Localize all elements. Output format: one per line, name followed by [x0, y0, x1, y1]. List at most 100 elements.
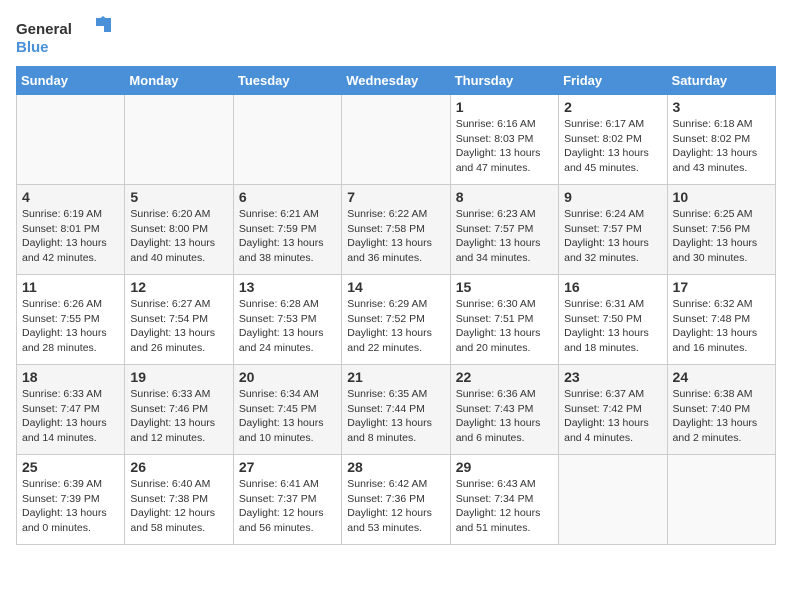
svg-text:General: General — [16, 21, 72, 38]
header: General Blue — [16, 16, 776, 58]
day-info: Sunrise: 6:33 AMSunset: 7:47 PMDaylight:… — [22, 387, 119, 446]
day-info: Sunrise: 6:34 AMSunset: 7:45 PMDaylight:… — [239, 387, 336, 446]
day-number: 3 — [673, 99, 770, 115]
day-info: Sunrise: 6:21 AMSunset: 7:59 PMDaylight:… — [239, 207, 336, 266]
day-number: 5 — [130, 189, 227, 205]
day-number: 10 — [673, 189, 770, 205]
header-cell-friday: Friday — [559, 67, 667, 95]
calendar-table: SundayMondayTuesdayWednesdayThursdayFrid… — [16, 66, 776, 545]
calendar-cell — [342, 95, 450, 185]
calendar-cell: 1 Sunrise: 6:16 AMSunset: 8:03 PMDaylight… — [450, 95, 558, 185]
day-number: 8 — [456, 189, 553, 205]
day-info: Sunrise: 6:27 AMSunset: 7:54 PMDaylight:… — [130, 297, 227, 356]
day-info: Sunrise: 6:42 AMSunset: 7:36 PMDaylight:… — [347, 477, 444, 536]
day-info: Sunrise: 6:25 AMSunset: 7:56 PMDaylight:… — [673, 207, 770, 266]
calendar-cell: 19 Sunrise: 6:33 AMSunset: 7:46 PMDayligh… — [125, 365, 233, 455]
day-info: Sunrise: 6:39 AMSunset: 7:39 PMDaylight:… — [22, 477, 119, 536]
day-number: 29 — [456, 459, 553, 475]
day-info: Sunrise: 6:22 AMSunset: 7:58 PMDaylight:… — [347, 207, 444, 266]
header-cell-thursday: Thursday — [450, 67, 558, 95]
calendar-cell: 24Sunrise: 6:38 AMSunset: 7:40 PMDayligh… — [667, 365, 775, 455]
week-row-5: 25 Sunrise: 6:39 AMSunset: 7:39 PMDayligh… — [17, 455, 776, 545]
day-number: 9 — [564, 189, 661, 205]
calendar-cell — [559, 455, 667, 545]
day-number: 4 — [22, 189, 119, 205]
week-row-4: 18 Sunrise: 6:33 AMSunset: 7:47 PMDayligh… — [17, 365, 776, 455]
calendar-cell: 8 Sunrise: 6:23 AMSunset: 7:57 PMDaylight… — [450, 185, 558, 275]
day-info: Sunrise: 6:26 AMSunset: 7:55 PMDaylight:… — [22, 297, 119, 356]
day-info: Sunrise: 6:29 AMSunset: 7:52 PMDaylight:… — [347, 297, 444, 356]
day-number: 24 — [673, 369, 770, 385]
day-info: Sunrise: 6:40 AMSunset: 7:38 PMDaylight:… — [130, 477, 227, 536]
day-info: Sunrise: 6:19 AMSunset: 8:01 PMDaylight:… — [22, 207, 119, 266]
day-info: Sunrise: 6:16 AMSunset: 8:03 PMDaylight:… — [456, 117, 553, 176]
calendar-cell — [233, 95, 341, 185]
day-info: Sunrise: 6:43 AMSunset: 7:34 PMDaylight:… — [456, 477, 553, 536]
day-info: Sunrise: 6:20 AMSunset: 8:00 PMDaylight:… — [130, 207, 227, 266]
day-info: Sunrise: 6:17 AMSunset: 8:02 PMDaylight:… — [564, 117, 661, 176]
calendar-cell: 20 Sunrise: 6:34 AMSunset: 7:45 PMDayligh… — [233, 365, 341, 455]
day-info: Sunrise: 6:23 AMSunset: 7:57 PMDaylight:… — [456, 207, 553, 266]
header-cell-wednesday: Wednesday — [342, 67, 450, 95]
calendar-cell: 6Sunrise: 6:21 AMSunset: 7:59 PMDaylight… — [233, 185, 341, 275]
calendar-cell: 29 Sunrise: 6:43 AMSunset: 7:34 PMDayligh… — [450, 455, 558, 545]
day-number: 1 — [456, 99, 553, 115]
day-number: 15 — [456, 279, 553, 295]
calendar-cell: 4 Sunrise: 6:19 AMSunset: 8:01 PMDaylight… — [17, 185, 125, 275]
day-number: 21 — [347, 369, 444, 385]
day-number: 22 — [456, 369, 553, 385]
day-number: 17 — [673, 279, 770, 295]
calendar-cell: 13Sunrise: 6:28 AMSunset: 7:53 PMDayligh… — [233, 275, 341, 365]
day-number: 25 — [22, 459, 119, 475]
day-number: 12 — [130, 279, 227, 295]
calendar-cell: 14 Sunrise: 6:29 AMSunset: 7:52 PMDayligh… — [342, 275, 450, 365]
header-cell-sunday: Sunday — [17, 67, 125, 95]
day-number: 28 — [347, 459, 444, 475]
svg-text:Blue: Blue — [16, 39, 49, 56]
day-number: 27 — [239, 459, 336, 475]
day-number: 11 — [22, 279, 119, 295]
week-row-2: 4 Sunrise: 6:19 AMSunset: 8:01 PMDaylight… — [17, 185, 776, 275]
logo-svg: General Blue — [16, 16, 116, 58]
week-row-1: 1 Sunrise: 6:16 AMSunset: 8:03 PMDaylight… — [17, 95, 776, 185]
calendar-cell — [667, 455, 775, 545]
calendar-cell: 16 Sunrise: 6:31 AMSunset: 7:50 PMDayligh… — [559, 275, 667, 365]
calendar-cell: 25 Sunrise: 6:39 AMSunset: 7:39 PMDayligh… — [17, 455, 125, 545]
day-info: Sunrise: 6:31 AMSunset: 7:50 PMDaylight:… — [564, 297, 661, 356]
calendar-cell — [17, 95, 125, 185]
day-info: Sunrise: 6:35 AMSunset: 7:44 PMDaylight:… — [347, 387, 444, 446]
day-number: 18 — [22, 369, 119, 385]
calendar-cell: 23 Sunrise: 6:37 AMSunset: 7:42 PMDayligh… — [559, 365, 667, 455]
calendar-cell: 12 Sunrise: 6:27 AMSunset: 7:54 PMDayligh… — [125, 275, 233, 365]
calendar-cell: 26 Sunrise: 6:40 AMSunset: 7:38 PMDayligh… — [125, 455, 233, 545]
calendar-cell: 22 Sunrise: 6:36 AMSunset: 7:43 PMDayligh… — [450, 365, 558, 455]
calendar-cell: 21 Sunrise: 6:35 AMSunset: 7:44 PMDayligh… — [342, 365, 450, 455]
day-number: 26 — [130, 459, 227, 475]
day-info: Sunrise: 6:36 AMSunset: 7:43 PMDaylight:… — [456, 387, 553, 446]
day-info: Sunrise: 6:24 AMSunset: 7:57 PMDaylight:… — [564, 207, 661, 266]
day-number: 19 — [130, 369, 227, 385]
day-info: Sunrise: 6:18 AMSunset: 8:02 PMDaylight:… — [673, 117, 770, 176]
calendar-cell: 3 Sunrise: 6:18 AMSunset: 8:02 PMDaylight… — [667, 95, 775, 185]
header-cell-saturday: Saturday — [667, 67, 775, 95]
calendar-cell: 11 Sunrise: 6:26 AMSunset: 7:55 PMDayligh… — [17, 275, 125, 365]
calendar-cell: 5 Sunrise: 6:20 AMSunset: 8:00 PMDaylight… — [125, 185, 233, 275]
day-info: Sunrise: 6:28 AMSunset: 7:53 PMDaylight:… — [239, 297, 336, 356]
day-number: 23 — [564, 369, 661, 385]
header-cell-monday: Monday — [125, 67, 233, 95]
day-number: 14 — [347, 279, 444, 295]
day-info: Sunrise: 6:37 AMSunset: 7:42 PMDaylight:… — [564, 387, 661, 446]
calendar-cell: 27Sunrise: 6:41 AMSunset: 7:37 PMDayligh… — [233, 455, 341, 545]
calendar-header: SundayMondayTuesdayWednesdayThursdayFrid… — [17, 67, 776, 95]
day-number: 16 — [564, 279, 661, 295]
day-number: 20 — [239, 369, 336, 385]
week-row-3: 11 Sunrise: 6:26 AMSunset: 7:55 PMDayligh… — [17, 275, 776, 365]
day-number: 7 — [347, 189, 444, 205]
calendar-cell: 28 Sunrise: 6:42 AMSunset: 7:36 PMDayligh… — [342, 455, 450, 545]
calendar-cell: 15 Sunrise: 6:30 AMSunset: 7:51 PMDayligh… — [450, 275, 558, 365]
day-info: Sunrise: 6:30 AMSunset: 7:51 PMDaylight:… — [456, 297, 553, 356]
day-info: Sunrise: 6:33 AMSunset: 7:46 PMDaylight:… — [130, 387, 227, 446]
header-row: SundayMondayTuesdayWednesdayThursdayFrid… — [17, 67, 776, 95]
calendar-cell: 10 Sunrise: 6:25 AMSunset: 7:56 PMDayligh… — [667, 185, 775, 275]
calendar-cell: 7 Sunrise: 6:22 AMSunset: 7:58 PMDaylight… — [342, 185, 450, 275]
